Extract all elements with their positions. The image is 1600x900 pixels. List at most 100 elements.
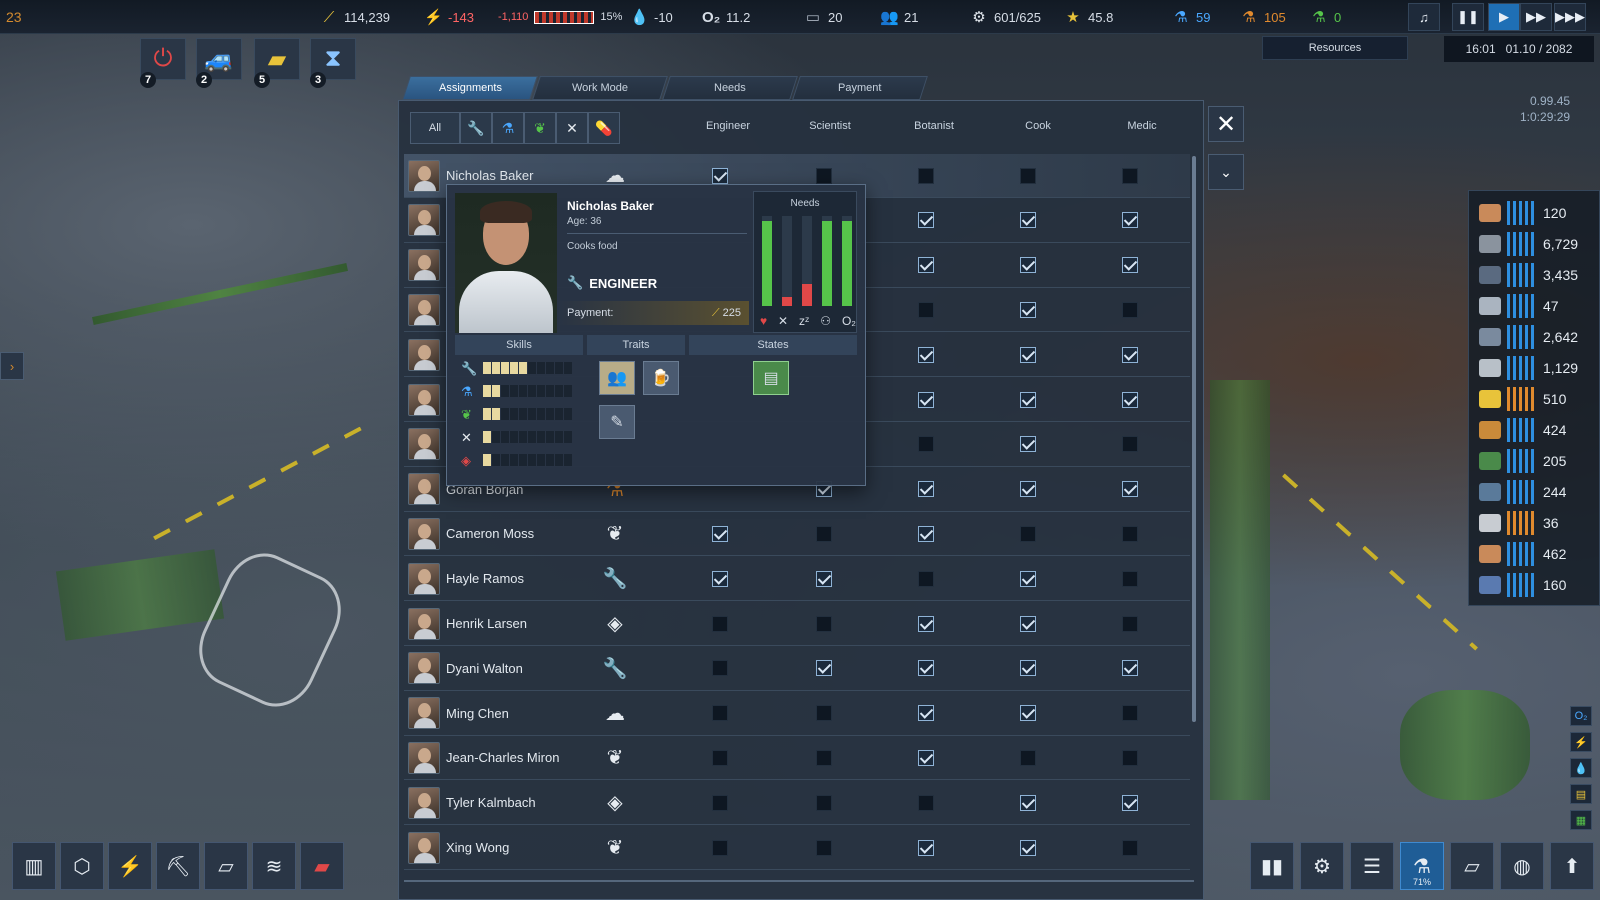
assignment-checkbox-cook[interactable] <box>1020 839 1036 856</box>
research-blue-stat[interactable]: ⚗ 59 <box>1172 0 1210 34</box>
energy-stat[interactable]: ⚡ -143 <box>424 0 474 34</box>
assignment-checkbox-cook[interactable] <box>1020 301 1036 318</box>
assignment-checkbox-cook[interactable] <box>1020 391 1036 408</box>
table-row[interactable]: Hayle Ramos 🔧 <box>404 557 1190 602</box>
assignment-checkbox-medic[interactable] <box>1122 749 1138 766</box>
research-orange-stat[interactable]: ⚗ 105 <box>1240 0 1285 34</box>
table-row[interactable]: Ming Chen ☁ <box>404 692 1190 736</box>
water-side-icon[interactable]: 💧 <box>1570 758 1592 778</box>
assignment-checkbox-scientist[interactable] <box>816 660 832 677</box>
image-side-icon[interactable]: ▦ <box>1570 810 1592 830</box>
assignment-checkbox-scientist[interactable] <box>816 794 832 811</box>
assignment-checkbox-medic[interactable] <box>1122 660 1138 677</box>
trait-tool-icon[interactable]: ✎ <box>599 405 635 439</box>
assignment-checkbox-medic[interactable] <box>1122 794 1138 811</box>
avatar[interactable] <box>408 338 440 371</box>
filter-scientist-button[interactable]: ⚗ <box>492 112 524 144</box>
assignment-checkbox-engineer[interactable] <box>712 839 728 856</box>
tab-assignments[interactable]: Assignments <box>402 76 538 100</box>
tab-payment[interactable]: Payment <box>792 76 928 100</box>
avatar[interactable] <box>408 293 440 326</box>
resource-row[interactable]: 510 <box>1479 385 1566 413</box>
assignment-checkbox-botanist[interactable] <box>918 257 934 274</box>
resource-row[interactable]: 1,129 <box>1479 354 1578 382</box>
research-button[interactable]: ⚗ 71% <box>1400 842 1444 890</box>
assignment-checkbox-medic[interactable] <box>1122 615 1138 632</box>
avatar[interactable] <box>408 741 440 774</box>
resource-row[interactable]: 462 <box>1479 540 1566 568</box>
assignment-checkbox-cook[interactable] <box>1020 749 1036 766</box>
trait-social-icon[interactable]: 👥 <box>599 361 635 395</box>
avatar[interactable] <box>408 831 440 864</box>
assignment-checkbox-medic[interactable] <box>1122 346 1138 363</box>
assignment-checkbox-cook[interactable] <box>1020 346 1036 363</box>
assignment-checkbox-cook[interactable] <box>1020 615 1036 632</box>
avatar[interactable] <box>408 697 440 730</box>
expand-left-button[interactable]: › <box>0 352 24 380</box>
colonists-stat[interactable]: 👥 21 <box>880 0 918 34</box>
assignment-checkbox-medic[interactable] <box>1122 301 1138 318</box>
assignment-checkbox-cook[interactable] <box>1020 660 1036 677</box>
assignment-checkbox-medic[interactable] <box>1122 391 1138 408</box>
build-layers-button[interactable]: ≋ <box>252 842 296 890</box>
play-button[interactable]: ▶ <box>1488 3 1520 31</box>
assignment-checkbox-botanist[interactable] <box>918 570 934 587</box>
fast-forward-button[interactable]: ▶▶ <box>1520 3 1552 31</box>
filter-medic-button[interactable]: 💊 <box>588 112 620 144</box>
assignment-checkbox-botanist[interactable] <box>918 436 934 453</box>
resource-row[interactable]: 120 <box>1479 199 1566 227</box>
assignment-checkbox-botanist[interactable] <box>918 705 934 722</box>
assignment-checkbox-scientist[interactable] <box>816 615 832 632</box>
resource-row[interactable]: 36 <box>1479 509 1559 537</box>
filter-botanist-button[interactable]: ❦ <box>524 112 556 144</box>
assignment-checkbox-botanist[interactable] <box>918 660 934 677</box>
oxygen-stat[interactable]: O₂ 11.2 <box>702 0 750 34</box>
battery-stat[interactable]: -1,110 15% <box>498 0 622 34</box>
assignment-checkbox-medic[interactable] <box>1122 839 1138 856</box>
assignment-checkbox-scientist[interactable] <box>816 570 832 587</box>
assignment-checkbox-botanist[interactable] <box>918 391 934 408</box>
assignment-checkbox-medic[interactable] <box>1122 167 1138 184</box>
tab-needs[interactable]: Needs <box>662 76 798 100</box>
assignment-checkbox-engineer[interactable] <box>712 660 728 677</box>
globe-button[interactable]: ◍ <box>1500 842 1544 890</box>
assignment-checkbox-scientist[interactable] <box>816 749 832 766</box>
resources-button[interactable]: Resources <box>1262 36 1408 60</box>
assignment-checkbox-engineer[interactable] <box>712 705 728 722</box>
assignment-checkbox-cook[interactable] <box>1020 436 1036 453</box>
assignment-checkbox-cook[interactable] <box>1020 481 1036 498</box>
assignment-checkbox-engineer[interactable] <box>712 615 728 632</box>
trait-drink-icon[interactable]: 🍺 <box>643 361 679 395</box>
state-document-icon[interactable]: ▤ <box>753 361 789 395</box>
assignment-checkbox-medic[interactable] <box>1122 212 1138 229</box>
oxygen-side-icon[interactable]: O₂ <box>1570 706 1592 726</box>
food-side-icon[interactable]: ▤ <box>1570 784 1592 804</box>
storage-stat[interactable]: ⚙ 601/625 <box>970 0 1041 34</box>
assignment-checkbox-botanist[interactable] <box>918 212 934 229</box>
table-row[interactable]: Henrik Larsen ◈ <box>404 602 1190 646</box>
close-button[interactable]: ✕ <box>1208 106 1244 142</box>
assignment-checkbox-cook[interactable] <box>1020 794 1036 811</box>
assignment-checkbox-medic[interactable] <box>1122 481 1138 498</box>
assignment-checkbox-medic[interactable] <box>1122 570 1138 587</box>
avatar[interactable] <box>408 204 440 237</box>
music-button[interactable]: ♫ <box>1408 3 1440 31</box>
avatar[interactable] <box>408 249 440 282</box>
assignment-checkbox-scientist[interactable] <box>816 839 832 856</box>
avatar[interactable] <box>408 652 440 685</box>
build-vehicle-button[interactable]: ▱ <box>204 842 248 890</box>
build-base-button[interactable]: ▥ <box>12 842 56 890</box>
assignment-checkbox-scientist[interactable] <box>816 525 832 542</box>
avatar[interactable] <box>408 562 440 595</box>
assignment-checkbox-botanist[interactable] <box>918 346 934 363</box>
avatar[interactable] <box>408 607 440 640</box>
money-stat[interactable]: ⟋ 114,239 <box>320 0 390 34</box>
build-power-button[interactable]: ⚡ <box>108 842 152 890</box>
assignment-checkbox-medic[interactable] <box>1122 257 1138 274</box>
assignment-checkbox-cook[interactable] <box>1020 212 1036 229</box>
build-mining-button[interactable]: ⛏ <box>156 842 200 890</box>
journal-button[interactable]: ▱ <box>1450 842 1494 890</box>
collapse-button[interactable]: ⌄ <box>1208 154 1244 190</box>
assignment-checkbox-engineer[interactable] <box>712 167 728 184</box>
resource-row[interactable]: 160 <box>1479 571 1566 599</box>
